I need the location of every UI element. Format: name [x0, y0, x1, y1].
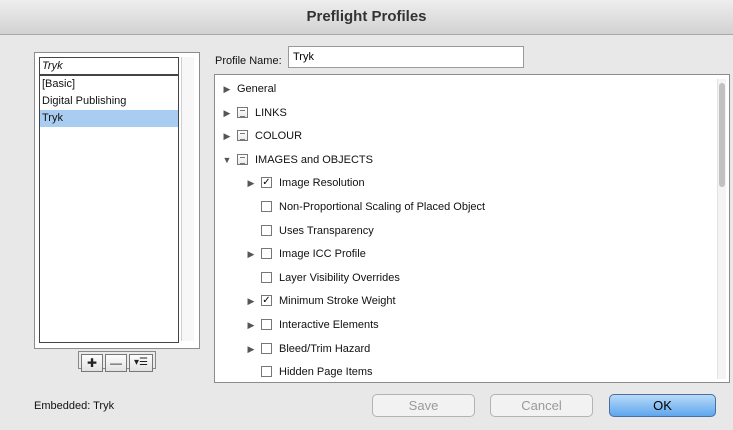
profile-list-panel: Tryk [Basic] Digital Publishing Tryk — [34, 52, 200, 349]
window-title: Preflight Profiles — [0, 0, 733, 35]
disclosure-collapsed-icon[interactable]: ▶ — [221, 126, 233, 146]
rule-checkbox[interactable] — [261, 342, 272, 354]
embedded-value: Tryk — [93, 400, 115, 412]
profile-name-label: Profile Name: — [215, 55, 282, 67]
rule-checkbox[interactable] — [261, 319, 272, 330]
tree-row-label: Uses Transparency — [279, 224, 374, 237]
minus-icon: — — [110, 356, 122, 370]
tree-row-label: Non-Proportional Scaling of Placed Objec… — [279, 201, 486, 213]
tree-row[interactable]: ▶ Interactive Elements — [215, 315, 705, 335]
tree-row-label: COLOUR — [255, 130, 303, 143]
tree-row-label: Hidden Page Items — [279, 366, 373, 379]
profile-item-tryk[interactable]: Tryk — [40, 110, 178, 127]
tree-row[interactable]: ▶ ✓ Image Resolution — [215, 173, 705, 193]
tree-scrollbar-thumb[interactable] — [719, 83, 725, 187]
disclosure-collapsed-icon[interactable]: ▶ — [245, 339, 257, 359]
category-checkbox[interactable] — [237, 130, 248, 142]
menu-icon: ▾☰ — [134, 357, 148, 368]
tree-row[interactable]: ▶ COLOUR — [215, 126, 705, 146]
disclosure-expanded-icon[interactable]: ▼ — [221, 150, 233, 170]
plus-icon: ✚ — [86, 356, 98, 370]
profile-item-basic[interactable]: [Basic] — [40, 76, 178, 93]
embedded-status: Embedded: Tryk — [34, 400, 114, 412]
tree-row-label: LINKS — [255, 106, 287, 119]
disclosure-collapsed-icon[interactable]: ▶ — [245, 291, 257, 311]
tree-row[interactable]: ▶ LINKS — [215, 103, 705, 123]
rule-checkbox[interactable]: ✓ — [261, 295, 272, 307]
tree-row[interactable]: ▶ General — [215, 79, 705, 99]
profile-name-input[interactable] — [288, 46, 524, 68]
tree-row-label: Bleed/Trim Hazard — [279, 342, 371, 355]
disclosure-collapsed-icon[interactable]: ▶ — [245, 315, 257, 335]
tree-row[interactable]: ▼ IMAGES and OBJECTS — [215, 150, 705, 170]
tree-row-label: General — [237, 83, 277, 95]
disclosure-collapsed-icon[interactable]: ▶ — [245, 244, 257, 264]
new-profile-button[interactable]: ✚ — [81, 354, 103, 372]
tree-row[interactable]: ▶ ✓ Minimum Stroke Weight — [215, 291, 705, 311]
profile-menu-button[interactable]: ▾☰ — [129, 354, 153, 372]
tree-row-label: Layer Visibility Overrides — [279, 271, 400, 284]
tree-row-label: Image ICC Profile — [279, 248, 366, 261]
disclosure-collapsed-icon[interactable]: ▶ — [245, 173, 257, 193]
embedded-label: Embedded: — [34, 400, 91, 412]
profile-toolbar-group: ✚ — ▾☰ — [78, 351, 156, 372]
rule-checkbox[interactable]: ✓ — [261, 177, 272, 189]
disclosure-collapsed-icon[interactable]: ▶ — [221, 79, 233, 99]
profile-list-header: Tryk — [40, 58, 178, 76]
disclosure-collapsed-icon[interactable]: ▶ — [221, 103, 233, 123]
rule-checkbox[interactable] — [261, 366, 272, 378]
cancel-button[interactable]: Cancel — [490, 394, 593, 417]
rule-checkbox[interactable] — [261, 248, 272, 260]
tree-row-label: IMAGES and OBJECTS — [255, 153, 373, 166]
profile-list[interactable]: Tryk [Basic] Digital Publishing Tryk — [39, 57, 179, 343]
tree-row-label: Minimum Stroke Weight — [279, 295, 396, 308]
tree-scrollbar[interactable] — [717, 79, 726, 379]
tree-row-label: Interactive Elements — [279, 319, 379, 331]
rule-checkbox[interactable] — [261, 224, 272, 236]
save-button[interactable]: Save — [372, 394, 475, 417]
preflight-profiles-dialog: Preflight Profiles Tryk [Basic] Digital … — [0, 0, 733, 430]
preflight-rules-tree: ▶ General ▶ LINKS ▶ COLOUR ▼ IMAGES and OBJECTS… — [214, 74, 730, 383]
rule-checkbox[interactable] — [261, 201, 272, 212]
ok-button[interactable]: OK — [609, 394, 716, 417]
profile-list-scrollbar[interactable] — [181, 57, 194, 341]
tree-row[interactable]: Uses Transparency — [215, 221, 705, 241]
rule-checkbox[interactable] — [261, 271, 272, 283]
tree-row[interactable]: ▶ Bleed/Trim Hazard — [215, 339, 705, 359]
tree-row[interactable]: Hidden Page Items — [215, 362, 705, 382]
delete-profile-button[interactable]: — — [105, 354, 127, 372]
tree-row[interactable]: Layer Visibility Overrides — [215, 268, 705, 288]
category-checkbox[interactable] — [237, 153, 248, 165]
tree-row-label: Image Resolution — [279, 177, 365, 190]
profile-item-digital-publishing[interactable]: Digital Publishing — [40, 93, 178, 110]
tree-row[interactable]: ▶ Image ICC Profile — [215, 244, 705, 264]
tree-row[interactable]: Non-Proportional Scaling of Placed Objec… — [215, 197, 705, 217]
category-checkbox[interactable] — [237, 106, 248, 118]
profile-toolbar: ✚ — ▾☰ — [78, 351, 156, 372]
